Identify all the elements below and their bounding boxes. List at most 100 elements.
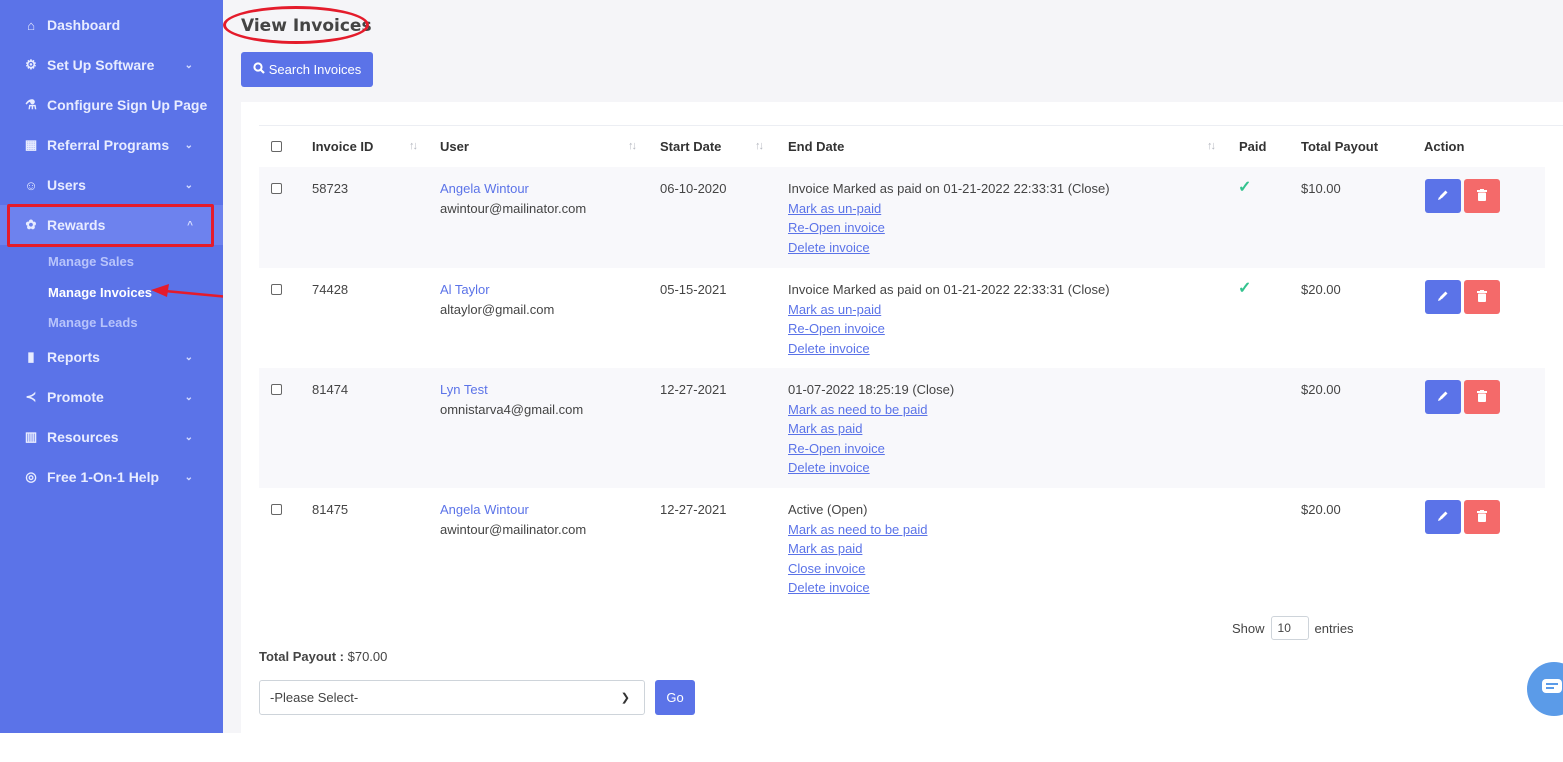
header-end-date[interactable]: End Date bbox=[788, 139, 844, 154]
end-date-cell: Active (Open) Mark as need to be paid Mark… bbox=[788, 500, 927, 598]
row-checkbox[interactable] bbox=[271, 284, 282, 295]
row-checkbox[interactable] bbox=[271, 183, 282, 194]
sidebar-item-label: Referral Programs bbox=[47, 137, 170, 153]
invoice-action-link[interactable]: Re-Open invoice bbox=[788, 218, 1110, 238]
chevron-down-icon: ⌄ bbox=[184, 139, 193, 151]
start-date: 12-27-2021 bbox=[660, 382, 727, 397]
header-start-date[interactable]: Start Date bbox=[660, 139, 721, 154]
end-date-cell: 01-07-2022 18:25:19 (Close) Mark as need … bbox=[788, 380, 954, 478]
edit-button[interactable] bbox=[1425, 179, 1461, 213]
bulk-action-select[interactable]: -Please Select- ❯ bbox=[259, 680, 645, 715]
delete-button[interactable] bbox=[1464, 280, 1500, 314]
end-status: Invoice Marked as paid on 01-21-2022 22:… bbox=[788, 181, 1110, 196]
page-length-control: Show entries bbox=[1232, 616, 1354, 640]
row-checkbox[interactable] bbox=[271, 504, 282, 515]
chevron-up-icon: ^ bbox=[187, 219, 193, 231]
user-cell: Angela Wintour awintour@mailinator.com bbox=[440, 500, 586, 539]
sidebar-item-label: Reports bbox=[47, 349, 100, 365]
total-payout-summary: Total Payout : $70.00 bbox=[259, 649, 387, 664]
store-icon: ▦ bbox=[24, 137, 38, 152]
entries-input[interactable] bbox=[1270, 616, 1309, 640]
trash-icon bbox=[1477, 188, 1487, 204]
delete-button[interactable] bbox=[1464, 380, 1500, 414]
delete-button[interactable] bbox=[1464, 500, 1500, 534]
sidebar-item-users[interactable]: ☺ Users ⌄ bbox=[0, 165, 223, 205]
row-checkbox[interactable] bbox=[271, 384, 282, 395]
sidebar-item-dashboard[interactable]: ⌂ Dashboard bbox=[0, 5, 223, 45]
invoice-action-link[interactable]: Delete invoice bbox=[788, 238, 1110, 258]
sidebar-subitem-manage-sales[interactable]: Manage Sales bbox=[48, 254, 134, 269]
sidebar-item-free-1-on-1-help[interactable]: ◎ Free 1-On-1 Help ⌄ bbox=[0, 457, 223, 497]
table-row: 74428 Al Taylor altaylor@gmail.com 05-15-20… bbox=[259, 268, 1545, 368]
sidebar-item-reports[interactable]: ▮ Reports ⌄ bbox=[0, 337, 223, 377]
invoice-action-link[interactable]: Delete invoice bbox=[788, 339, 1110, 359]
main-content: View Invoices Search Invoices Invoice ID… bbox=[223, 0, 1563, 733]
sidebar-subitem-manage-leads[interactable]: Manage Leads bbox=[48, 315, 138, 330]
chat-icon bbox=[1542, 678, 1562, 700]
sidebar-item-label: Rewards bbox=[47, 217, 106, 233]
total-payout: $10.00 bbox=[1301, 181, 1341, 196]
user-cell: Angela Wintour awintour@mailinator.com bbox=[440, 179, 586, 218]
gear-icon: ⚙ bbox=[25, 57, 37, 72]
invoice-action-link[interactable]: Close invoice bbox=[788, 559, 927, 579]
invoice-action-link[interactable]: Mark as paid bbox=[788, 539, 927, 559]
invoice-action-link[interactable]: Delete invoice bbox=[788, 578, 927, 598]
entries-label: entries bbox=[1314, 620, 1354, 636]
sidebar-item-label: Promote bbox=[47, 389, 104, 405]
header-action: Action bbox=[1424, 139, 1465, 154]
sidebar-item-label: Free 1-On-1 Help bbox=[47, 469, 160, 485]
total-payout-value: $70.00 bbox=[347, 649, 388, 664]
edit-button[interactable] bbox=[1425, 280, 1461, 314]
invoice-id: 81474 bbox=[312, 382, 349, 397]
edit-button[interactable] bbox=[1425, 380, 1461, 414]
invoice-action-link[interactable]: Mark as need to be paid bbox=[788, 400, 954, 420]
delete-button[interactable] bbox=[1464, 179, 1500, 213]
sort-icon[interactable]: ↑↓ bbox=[1207, 140, 1216, 152]
chevron-down-icon: ⌄ bbox=[184, 59, 193, 71]
invoice-action-link[interactable]: Re-Open invoice bbox=[788, 439, 954, 459]
sidebar-item-label: Users bbox=[47, 177, 86, 193]
invoice-action-link[interactable]: Delete invoice bbox=[788, 458, 954, 478]
pencil-icon bbox=[1437, 509, 1449, 525]
invoice-action-link[interactable]: Mark as un-paid bbox=[788, 300, 1110, 320]
invoice-action-link[interactable]: Mark as need to be paid bbox=[788, 520, 927, 540]
sidebar-subitem-manage-invoices[interactable]: Manage Invoices bbox=[48, 285, 152, 300]
end-status: Invoice Marked as paid on 01-21-2022 22:… bbox=[788, 282, 1110, 297]
start-date: 12-27-2021 bbox=[660, 502, 727, 517]
sidebar-item-referral-programs[interactable]: ▦ Referral Programs ⌄ bbox=[0, 125, 223, 165]
user-name-link[interactable]: Angela Wintour bbox=[440, 179, 586, 199]
user-email: awintour@mailinator.com bbox=[440, 200, 587, 216]
sort-icon[interactable]: ↑↓ bbox=[409, 140, 418, 152]
search-invoices-button[interactable]: Search Invoices bbox=[241, 52, 373, 87]
sidebar-item-resources[interactable]: ▥ Resources ⌄ bbox=[0, 417, 223, 457]
header-user[interactable]: User bbox=[440, 139, 469, 154]
user-cell: Lyn Test omnistarva4@gmail.com bbox=[440, 380, 583, 419]
sidebar-item-label: Configure Sign Up Page bbox=[47, 97, 208, 113]
header-total-payout: Total Payout bbox=[1301, 139, 1379, 154]
total-payout: $20.00 bbox=[1301, 502, 1341, 517]
start-date: 05-15-2021 bbox=[660, 282, 727, 297]
header-invoice-id[interactable]: Invoice ID bbox=[312, 139, 373, 154]
sidebar-item-set-up-software[interactable]: ⚙ Set Up Software ⌄ bbox=[0, 45, 223, 85]
invoice-id: 74428 bbox=[312, 282, 349, 297]
sidebar-item-promote[interactable]: ≺ Promote ⌄ bbox=[0, 377, 223, 417]
sort-icon[interactable]: ↑↓ bbox=[628, 140, 637, 152]
end-date-cell: Invoice Marked as paid on 01-21-2022 22:… bbox=[788, 179, 1110, 257]
select-all-checkbox[interactable] bbox=[271, 141, 282, 152]
edit-button[interactable] bbox=[1425, 500, 1461, 534]
sidebar-item-configure-sign-up-page[interactable]: ⚗ Configure Sign Up Page bbox=[0, 85, 223, 125]
user-name-link[interactable]: Al Taylor bbox=[440, 280, 554, 300]
go-button[interactable]: Go bbox=[655, 680, 695, 715]
user-email: omnistarva4@gmail.com bbox=[440, 401, 584, 417]
invoice-action-link[interactable]: Mark as un-paid bbox=[788, 199, 1110, 219]
user-name-link[interactable]: Lyn Test bbox=[440, 380, 583, 400]
total-payout: $20.00 bbox=[1301, 382, 1341, 397]
invoice-action-link[interactable]: Re-Open invoice bbox=[788, 319, 1110, 339]
sidebar-item-label: Dashboard bbox=[47, 17, 121, 33]
table-row: 81474 Lyn Test omnistarva4@gmail.com 12-27-… bbox=[259, 368, 1545, 488]
sidebar-item-rewards[interactable]: ✿ Rewards ^ bbox=[0, 205, 223, 245]
invoice-action-link[interactable]: Mark as paid bbox=[788, 419, 954, 439]
user-name-link[interactable]: Angela Wintour bbox=[440, 500, 586, 520]
sort-icon[interactable]: ↑↓ bbox=[755, 140, 764, 152]
gift-icon: ✿ bbox=[25, 217, 37, 232]
